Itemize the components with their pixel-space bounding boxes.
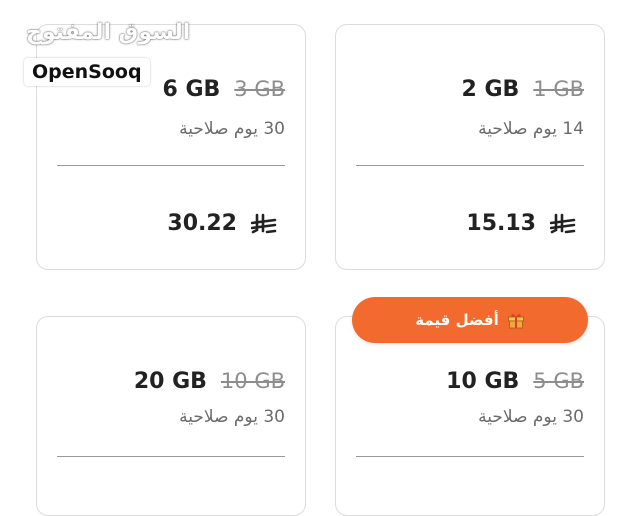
- validity-text: 30 يوم صلاحية: [179, 119, 285, 139]
- saudi-riyal-icon: [550, 213, 576, 233]
- validity-text: 30 يوم صلاحية: [179, 407, 285, 427]
- gift-icon: [507, 313, 524, 329]
- price-row: 15.13: [466, 211, 576, 236]
- new-data-size: 10 GB: [446, 369, 520, 394]
- validity-text: 14 يوم صلاحية: [478, 119, 584, 139]
- saudi-riyal-icon: [251, 213, 277, 233]
- validity-text: 30 يوم صلاحية: [478, 407, 584, 427]
- price: 30.22: [167, 211, 237, 236]
- plan-sizes: 2 GB 1 GB: [461, 77, 584, 102]
- best-value-label: أفضل قيمة: [415, 311, 499, 329]
- plan-sizes: 10 GB 5 GB: [446, 369, 584, 394]
- opensooq-watermark: السوق المفتوح OpenSooq: [22, 18, 190, 100]
- old-data-size: 5 GB: [533, 369, 584, 393]
- divider: [57, 165, 285, 166]
- old-data-size: 10 GB: [220, 369, 285, 393]
- divider: [356, 165, 584, 166]
- old-data-size: 1 GB: [533, 77, 584, 101]
- price: 15.13: [466, 211, 536, 236]
- old-data-size: 3 GB: [234, 77, 285, 101]
- plan-card[interactable]: 20 GB 10 GB 30 يوم صلاحية: [36, 316, 306, 516]
- divider: [356, 456, 584, 457]
- divider: [57, 456, 285, 457]
- watermark-logo: OpenSooq: [24, 58, 150, 86]
- plan-card[interactable]: 2 GB 1 GB 14 يوم صلاحية 15.13: [335, 24, 605, 270]
- plan-sizes: 20 GB 10 GB: [134, 369, 285, 394]
- best-value-badge: أفضل قيمة: [352, 297, 588, 343]
- price-row: 30.22: [167, 211, 277, 236]
- watermark-arabic: السوق المفتوح: [26, 20, 191, 45]
- new-data-size: 20 GB: [133, 369, 207, 394]
- plan-card-best-value[interactable]: 10 GB 5 GB 30 يوم صلاحية: [335, 316, 605, 516]
- new-data-size: 2 GB: [461, 77, 520, 102]
